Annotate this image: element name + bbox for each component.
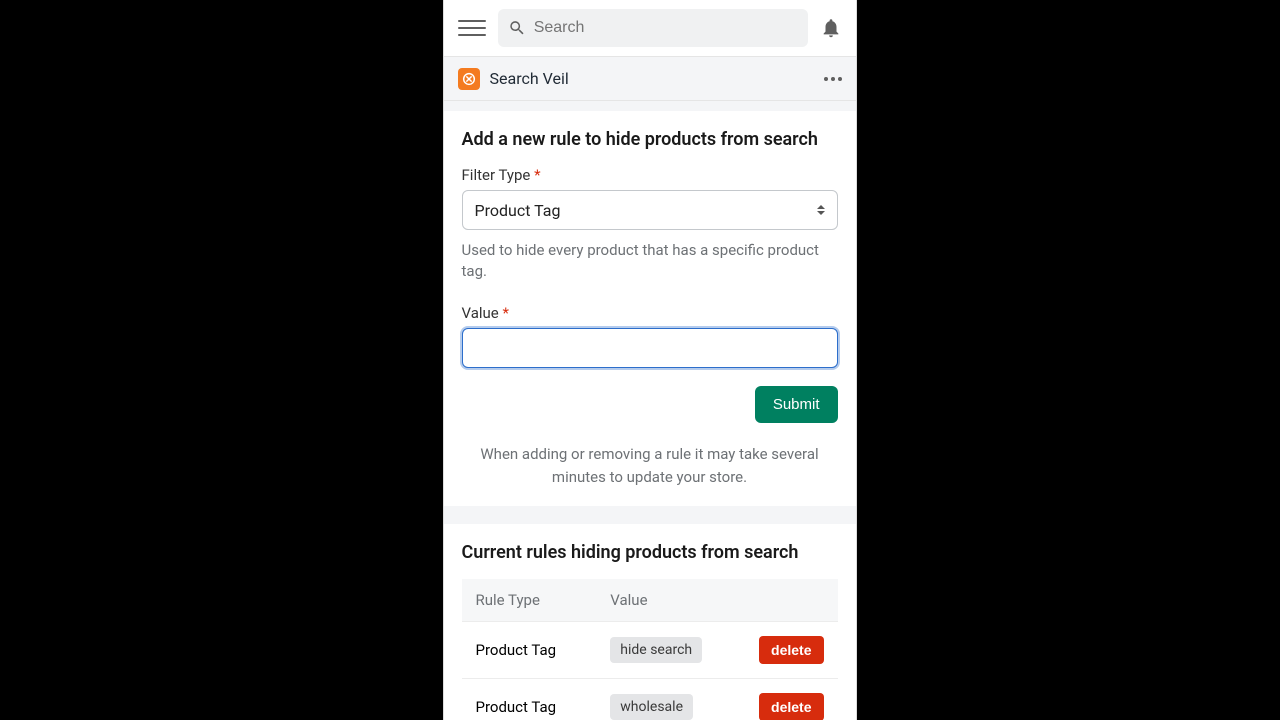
submit-button[interactable]: Submit <box>755 386 838 423</box>
search-input[interactable] <box>534 19 798 37</box>
delete-button[interactable]: delete <box>759 693 823 720</box>
app-viewport: Search Veil Add a new rule to hide produ… <box>443 0 857 720</box>
rule-value-pill: hide search <box>610 637 702 663</box>
form-note: When adding or removing a rule it may ta… <box>462 443 838 488</box>
app-header: Search Veil <box>444 57 856 101</box>
rule-type-cell: Product Tag <box>462 622 597 679</box>
filter-type-label: Filter Type * <box>462 166 838 184</box>
table-row: Product Tag hide search delete <box>462 622 838 679</box>
value-input-wrap <box>462 328 838 368</box>
col-rule-type: Rule Type <box>462 579 597 622</box>
menu-icon[interactable] <box>458 14 486 42</box>
current-rules-heading: Current rules hiding products from searc… <box>462 542 838 563</box>
value-input[interactable] <box>463 329 837 367</box>
value-label: Value * <box>462 304 838 322</box>
add-rule-card: Add a new rule to hide products from sea… <box>444 111 856 506</box>
notifications-icon[interactable] <box>820 17 842 39</box>
rule-type-cell: Product Tag <box>462 679 597 720</box>
top-bar <box>444 0 856 57</box>
more-icon[interactable] <box>824 77 842 81</box>
filter-type-select[interactable]: Product Tag <box>462 190 838 230</box>
filter-type-value: Product Tag <box>475 201 561 220</box>
col-value: Value <box>596 579 745 622</box>
delete-button[interactable]: delete <box>759 636 823 664</box>
rules-table: Rule Type Value Product Tag hide search … <box>462 579 838 720</box>
filter-type-help: Used to hide every product that has a sp… <box>462 240 838 282</box>
select-caret-icon <box>817 203 827 217</box>
current-rules-card: Current rules hiding products from searc… <box>444 524 856 720</box>
search-box[interactable] <box>498 9 808 47</box>
add-rule-heading: Add a new rule to hide products from sea… <box>462 129 838 150</box>
search-icon <box>508 18 526 38</box>
table-row: Product Tag wholesale delete <box>462 679 838 720</box>
app-name: Search Veil <box>490 69 569 88</box>
app-icon <box>458 68 480 90</box>
rule-value-pill: wholesale <box>610 694 693 720</box>
col-action <box>745 579 837 622</box>
